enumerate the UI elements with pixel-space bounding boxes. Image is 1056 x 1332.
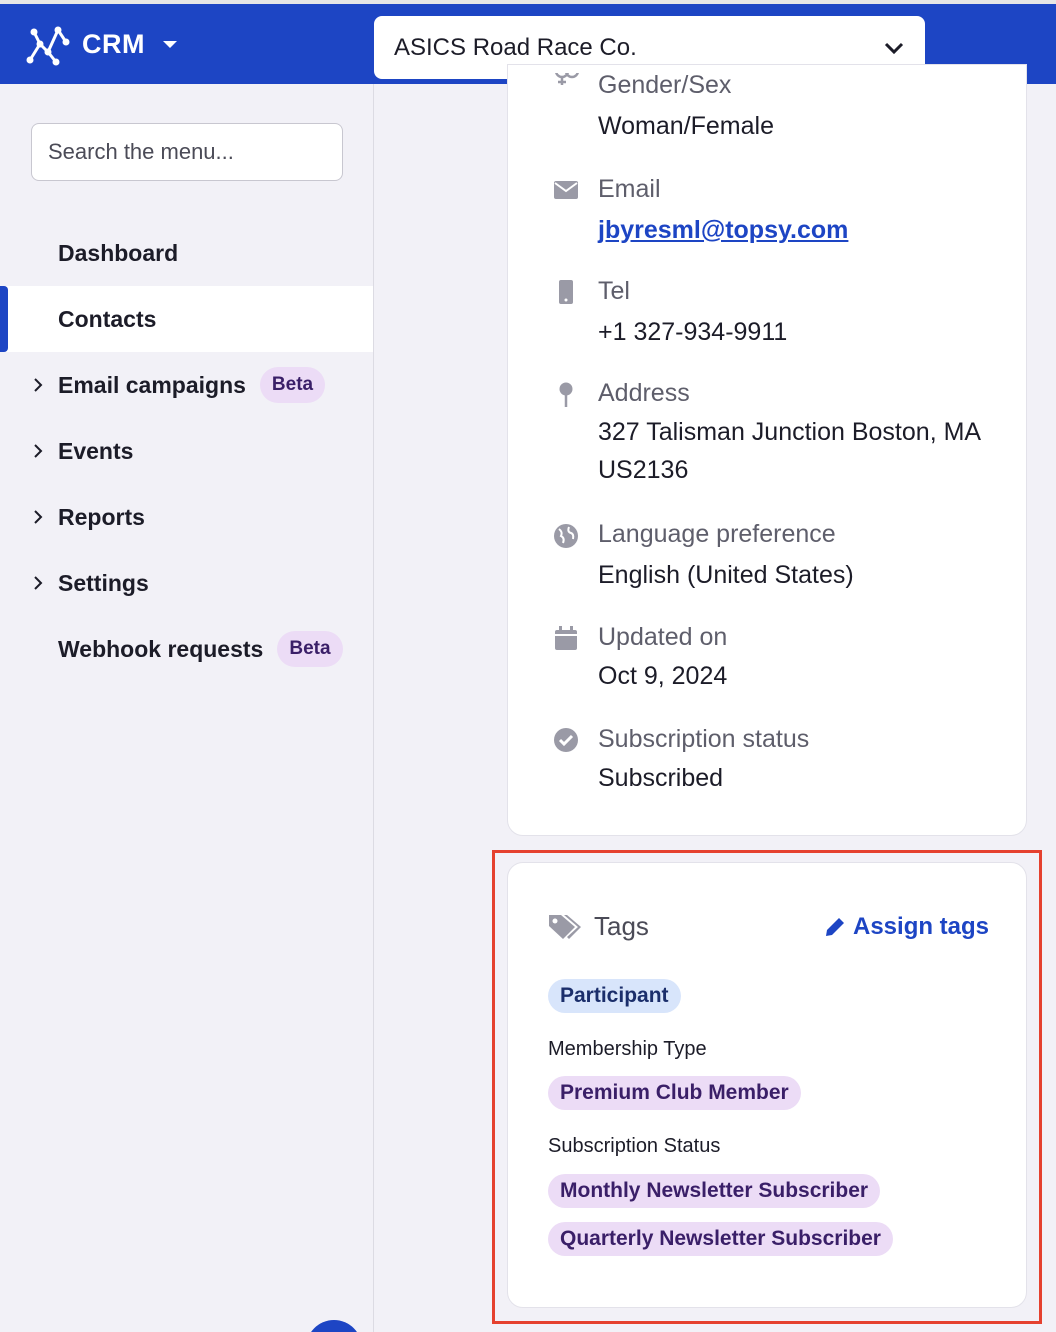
chevron-right-icon xyxy=(34,444,43,458)
tag-chip: Premium Club Member xyxy=(548,1076,801,1110)
tags-header: Tags xyxy=(548,911,649,942)
tags-card: Tags Assign tags Participant Membership … xyxy=(507,862,1027,1308)
help-button[interactable] xyxy=(306,1320,362,1332)
pencil-icon xyxy=(826,918,844,936)
tel-label: Tel xyxy=(598,277,630,305)
email-label: Email xyxy=(598,175,661,203)
tel-value: +1 327-934-9911 xyxy=(598,318,788,346)
tag-chip: Quarterly Newsletter Subscriber xyxy=(548,1222,893,1256)
language-value: English (United States) xyxy=(598,561,854,589)
sidebar-item-label: Reports xyxy=(58,503,145,530)
address-label: Address xyxy=(598,379,690,407)
tags-title: Tags xyxy=(594,911,649,941)
sidebar-item-label: Settings xyxy=(58,569,149,596)
chevron-right-icon xyxy=(34,510,43,524)
subscription-label: Subscription status xyxy=(598,725,810,753)
gender-value: Woman/Female xyxy=(598,112,774,140)
updated-label: Updated on xyxy=(598,623,728,651)
crm-logo-icon xyxy=(26,26,70,66)
sidebar-item-reports[interactable]: Reports xyxy=(0,484,373,550)
sidebar-item-dashboard[interactable]: Dashboard xyxy=(0,220,373,286)
subscription-value: Subscribed xyxy=(598,764,724,792)
sidebar-item-label: Events xyxy=(58,437,134,464)
gender-label: Gender/Sex xyxy=(598,71,732,99)
menu-search-input[interactable] xyxy=(48,139,336,165)
organization-select-value: ASICS Road Race Co. xyxy=(394,33,637,61)
sidebar: Dashboard Contacts Email campaigns Beta … xyxy=(0,84,374,1332)
chevron-right-icon xyxy=(34,378,43,392)
sidebar-item-label: Dashboard xyxy=(58,239,179,266)
address-value: 327 Talisman Junction Boston, MA US2136 xyxy=(598,418,980,484)
language-label: Language preference xyxy=(598,520,836,548)
sidebar-item-contacts[interactable]: Contacts xyxy=(0,286,373,352)
beta-badge: Beta xyxy=(277,631,343,667)
check-circle-icon xyxy=(554,728,578,752)
gender-icon xyxy=(555,73,579,85)
sidebar-item-email-campaigns[interactable]: Email campaigns Beta xyxy=(0,352,373,418)
email-link[interactable]: jbyresml@topsy.com xyxy=(598,211,998,249)
sidebar-item-webhook-requests[interactable]: Webhook requests Beta xyxy=(0,616,373,682)
sidebar-item-label: Contacts xyxy=(58,305,157,332)
globe-icon xyxy=(554,524,578,548)
tag-chip: Monthly Newsletter Subscriber xyxy=(548,1174,881,1208)
map-pin-icon xyxy=(559,382,573,407)
membership-type-label: Membership Type xyxy=(548,1038,707,1060)
tag-chip-participant: Participant xyxy=(548,979,681,1013)
sidebar-item-settings[interactable]: Settings xyxy=(0,550,373,616)
envelope-icon xyxy=(554,181,578,199)
contact-details-card: Gender/Sex Woman/Female Email jbyresml@t… xyxy=(507,64,1027,836)
sidebar-nav: Dashboard Contacts Email campaigns Beta … xyxy=(0,220,373,682)
subscription-status-label: Subscription Status xyxy=(548,1135,721,1157)
app-switcher[interactable]: CRM xyxy=(26,22,177,66)
calendar-icon xyxy=(555,626,577,650)
sidebar-item-events[interactable]: Events xyxy=(0,418,373,484)
chevron-down-icon xyxy=(884,42,904,54)
beta-badge: Beta xyxy=(259,367,326,403)
phone-icon xyxy=(559,280,573,304)
menu-search xyxy=(31,123,343,181)
chevron-right-icon xyxy=(34,576,43,590)
sidebar-item-label: Webhook requests xyxy=(58,635,264,662)
caret-down-icon xyxy=(163,40,177,48)
sidebar-item-label: Email campaigns xyxy=(58,371,246,398)
updated-value: Oct 9, 2024 xyxy=(598,662,728,690)
tags-icon xyxy=(549,914,581,939)
assign-tags-label: Assign tags xyxy=(853,913,990,940)
assign-tags-button[interactable]: Assign tags xyxy=(823,913,989,941)
app-name: CRM xyxy=(82,28,145,59)
